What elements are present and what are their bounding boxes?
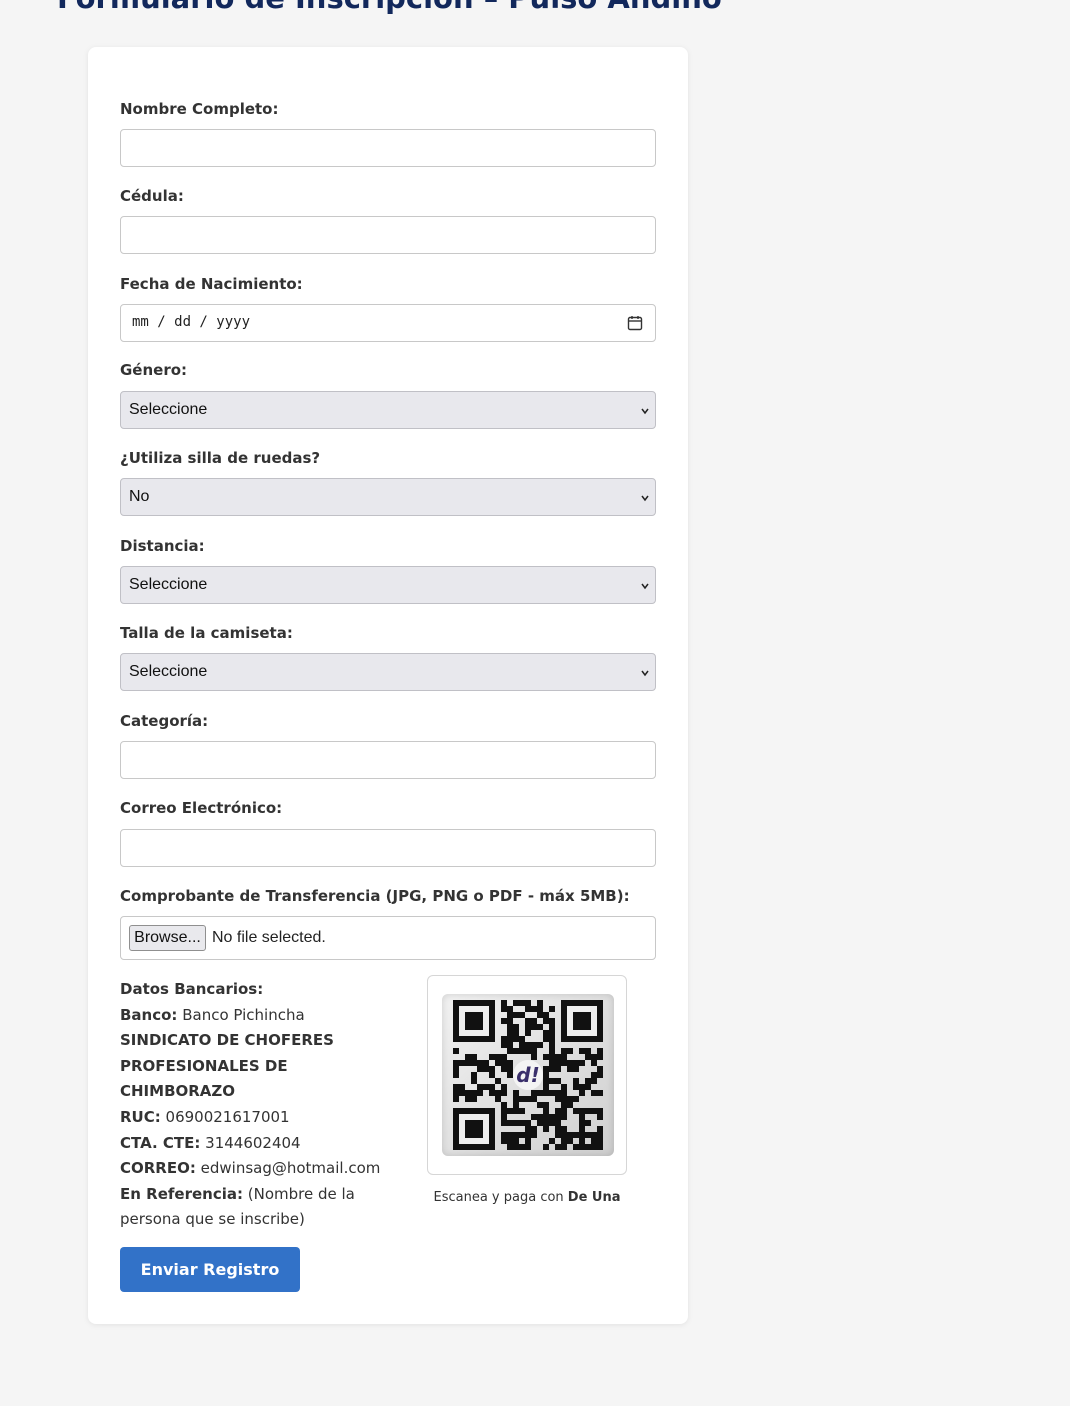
distancia-select[interactable]: Seleccione: [120, 566, 656, 604]
nombre-label: Nombre Completo:: [120, 100, 279, 118]
deuna-logo: d!: [516, 1063, 539, 1087]
chevron-down-icon: [641, 495, 649, 502]
bank-heading: Datos Bancarios:: [120, 980, 264, 998]
bank-email-label: CORREO:: [120, 1159, 196, 1178]
silla-select[interactable]: No: [120, 478, 656, 516]
genero-select[interactable]: Seleccione: [120, 391, 656, 429]
comprobante-file-input[interactable]: Browse... No file selected.: [120, 916, 656, 960]
fecha-placeholder: mm / dd / yyyy: [132, 314, 251, 330]
chevron-down-icon: [641, 408, 649, 415]
fecha-input[interactable]: mm / dd / yyyy: [120, 304, 656, 342]
fecha-label: Fecha de Nacimiento:: [120, 275, 303, 293]
correo-input[interactable]: [120, 829, 656, 867]
account-holder: SINDICATO DE CHOFERES PROFESIONALES DE C…: [120, 1031, 334, 1101]
chevron-down-icon: [641, 670, 649, 677]
ruc-value: 0690021617001: [165, 1107, 290, 1126]
cedula-label: Cédula:: [120, 187, 184, 205]
qr-caption-brand: De Una: [567, 1190, 621, 1205]
file-status: No file selected.: [212, 929, 326, 946]
nombre-input[interactable]: [120, 129, 656, 167]
bank-details: Datos Bancarios: Banco: Banco Pichincha …: [120, 977, 400, 1233]
qr-code-icon: d!: [453, 1000, 603, 1150]
comprobante-label: Comprobante de Transferencia (JPG, PNG o…: [120, 887, 630, 905]
registration-form-card: Nombre Completo: Cédula: Fecha de Nacimi…: [88, 47, 688, 1324]
browse-button[interactable]: Browse...: [129, 925, 206, 951]
silla-label: ¿Utiliza silla de ruedas?: [120, 449, 321, 467]
qr-code-frame: d!: [427, 975, 627, 1175]
correo-label: Correo Electrónico:: [120, 799, 283, 817]
cta-value: 3144602404: [205, 1133, 301, 1152]
qr-code-image: d!: [442, 994, 614, 1156]
banco-value: Banco Pichincha: [182, 1005, 305, 1024]
submit-button[interactable]: Enviar Registro: [120, 1247, 300, 1292]
bank-email-value: edwinsag@hotmail.com: [200, 1159, 381, 1178]
silla-selected: No: [129, 488, 150, 505]
talla-select[interactable]: Seleccione: [120, 653, 656, 691]
chevron-down-icon: [641, 583, 649, 590]
distancia-label: Distancia:: [120, 537, 205, 555]
distancia-selected: Seleccione: [129, 576, 208, 593]
qr-caption-text: Escanea y paga con: [433, 1190, 564, 1205]
cedula-input[interactable]: [120, 216, 656, 254]
qr-caption: Escanea y paga con De Una: [427, 1190, 627, 1205]
cta-label: CTA. CTE:: [120, 1133, 201, 1152]
ruc-label: RUC:: [120, 1107, 161, 1126]
genero-label: Género:: [120, 361, 188, 379]
referencia-label: En Referencia:: [120, 1184, 243, 1203]
talla-selected: Seleccione: [129, 663, 208, 680]
talla-label: Talla de la camiseta:: [120, 624, 293, 642]
page-title: Formulario de Inscripción – Pulso Andino: [57, 0, 722, 18]
calendar-icon[interactable]: [627, 315, 643, 331]
genero-selected: Seleccione: [129, 401, 208, 418]
categoria-label: Categoría:: [120, 712, 209, 730]
categoria-input[interactable]: [120, 741, 656, 779]
banco-label: Banco:: [120, 1005, 178, 1024]
